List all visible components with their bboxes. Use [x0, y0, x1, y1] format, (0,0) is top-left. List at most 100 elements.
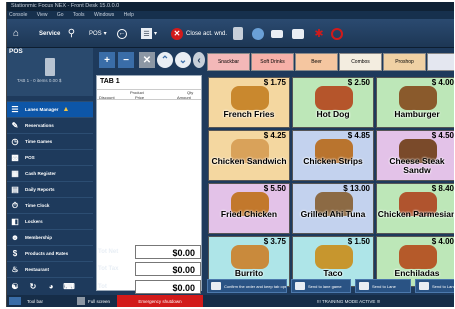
reports-icon: ▤: [11, 185, 19, 194]
full-screen-label: Full screen: [88, 298, 111, 304]
time-clock-icon: ⏱: [11, 200, 19, 210]
globe-button[interactable]: [252, 19, 264, 48]
product-price: $ 13.00: [343, 184, 370, 193]
product-tile[interactable]: $ 1.75 French Fries: [208, 77, 290, 128]
home-button[interactable]: ⌂: [9, 19, 23, 48]
delete-item-button[interactable]: ✕: [139, 52, 155, 68]
view-menu-button[interactable]: ☰ ▾: [141, 19, 157, 48]
category-tab-label: Beer: [311, 59, 322, 65]
sidebar-item-cash-register[interactable]: ▦ Cash Register: [7, 165, 93, 181]
pos-icon: ▩: [11, 153, 19, 162]
back-button[interactable]: ←: [117, 19, 127, 48]
action-button[interactable]: Confirm the order and keep tab open: [207, 279, 287, 293]
pos-menu-button[interactable]: POS ▾: [89, 19, 107, 48]
product-tile[interactable]: $ 5.50 Fried Chicken: [208, 183, 290, 234]
product-name: Chicken Parmesian: [377, 209, 454, 219]
status-bar: Tool bar Full screen Emergency shutdown …: [7, 295, 454, 307]
action-button[interactable]: Send to lane game: [291, 279, 351, 293]
toolbar-toggle-label: Tool bar: [27, 298, 44, 304]
total-tax-row: Tot Tax $0.00: [95, 262, 201, 276]
action-button[interactable]: Send to Lane: [415, 279, 454, 293]
network-icon[interactable]: ☯: [9, 281, 21, 293]
sidebar-item-lanes-manager[interactable]: ☰ Lanes Manager ▲: [7, 101, 93, 117]
menu-view[interactable]: View: [37, 12, 48, 18]
list-icon: ☰: [141, 28, 152, 39]
document-button[interactable]: [233, 19, 243, 48]
card-button[interactable]: [271, 19, 283, 48]
menu-tools[interactable]: Tools: [73, 12, 85, 18]
plus-icon: +: [104, 54, 110, 66]
category-tab[interactable]: Combos: [339, 53, 382, 71]
sidebar-item-label: Lanes Manager: [25, 107, 59, 112]
menu-console[interactable]: Console: [9, 12, 27, 18]
print-button[interactable]: [292, 19, 304, 48]
category-tab[interactable]: Soft Drinks: [251, 53, 294, 71]
product-tile[interactable]: $ 13.00 Grilled Ahi Tuna: [292, 183, 374, 234]
sidebar-item-products-and-rates[interactable]: $ Products and Rates: [7, 245, 93, 261]
product-area: Snackbar Soft Drinks Beer Combos Proshop $ 1…: [205, 48, 454, 307]
product-name: French Fries: [223, 109, 275, 119]
action-icon: [211, 282, 221, 290]
action-button[interactable]: Send to Lane: [355, 279, 411, 293]
product-image: [315, 86, 353, 110]
window-title: Stationmic Focus NEX - Front Desk 15.0.0…: [11, 3, 120, 9]
ticket-column-headers: Product Qty Discount Price Amount: [97, 89, 201, 100]
sidebar-item-restaurant[interactable]: ♨ Restaurant: [7, 261, 93, 277]
category-tab[interactable]: [427, 53, 454, 71]
product-tile[interactable]: $ 8.40 Chicken Parmesian: [376, 183, 454, 234]
product-price: $ 3.75: [263, 237, 286, 246]
product-price: $ 4.00: [431, 78, 454, 87]
chart-icon[interactable]: ◕: [45, 281, 57, 293]
remove-item-button[interactable]: −: [118, 52, 134, 68]
product-name: Cheese Steak Sandw: [389, 156, 445, 175]
sidebar-item-daily-reports[interactable]: ▤ Daily Reports: [7, 181, 93, 197]
menu-help[interactable]: Help: [124, 12, 134, 18]
toolbar-toggle[interactable]: Tool bar: [9, 295, 43, 307]
add-item-button[interactable]: +: [99, 52, 115, 68]
menu-go[interactable]: Go: [57, 12, 64, 18]
scroll-down-button[interactable]: ⌄: [175, 52, 191, 68]
product-price: $ 4.50: [431, 131, 454, 140]
pos-panel-title: POS: [9, 48, 23, 55]
gear-icon: ✱: [314, 28, 324, 40]
close-active-window-button[interactable]: ✕ Close act. wnd.: [171, 19, 227, 48]
stop-button[interactable]: [331, 19, 343, 48]
product-name: Hamburger: [394, 109, 440, 119]
globe-icon: [252, 27, 264, 40]
product-price: $ 4.85: [347, 131, 370, 140]
sidebar-item-lockers[interactable]: ◧ Lockers: [7, 213, 93, 229]
category-tab[interactable]: Proshop: [383, 53, 426, 71]
menu-windows[interactable]: Windows: [94, 12, 114, 18]
sidebar-item-membership[interactable]: ☻ Membership: [7, 229, 93, 245]
emergency-shutdown-button[interactable]: Emergency shutdown: [117, 295, 203, 307]
full-screen-toggle[interactable]: Full screen: [77, 295, 110, 307]
scroll-up-button[interactable]: ⌃: [157, 52, 173, 68]
category-tabs: Snackbar Soft Drinks Beer Combos Proshop: [205, 53, 454, 71]
refresh-icon[interactable]: ↻: [27, 281, 39, 293]
product-tile[interactable]: $ 4.25 Chicken Sandwich: [208, 130, 290, 181]
product-tile[interactable]: $ 2.50 Hot Dog: [292, 77, 374, 128]
sidebar-item-time-games[interactable]: ◷ Time Games: [7, 133, 93, 149]
product-tile[interactable]: $ 4.85 Chicken Strips: [292, 130, 374, 181]
sidebar: POS TAB 1 - 0 items 0.00 $ ☰ Lanes Manag…: [7, 48, 93, 307]
settings-button[interactable]: ✱: [312, 19, 326, 48]
action-label: Send to lane game: [308, 283, 342, 289]
action-icon: [359, 282, 369, 290]
service-button[interactable]: Service ⚲: [39, 19, 78, 48]
category-tab[interactable]: Snackbar: [207, 53, 250, 71]
keyboard-icon[interactable]: ⌨: [63, 281, 75, 293]
action-icon: [295, 282, 305, 290]
sidebar-item-time-clock[interactable]: ⏱ Time Clock: [7, 197, 93, 213]
product-tile[interactable]: $ 4.50 Cheese Steak Sandw: [376, 130, 454, 181]
membership-icon: ☻: [10, 233, 20, 242]
sidebar-item-label: Restaurant: [25, 267, 49, 272]
sidebar-item-reservations[interactable]: ✎ Reservations: [7, 117, 93, 133]
sidebar-item-pos[interactable]: ▩ POS: [7, 149, 93, 165]
column-price: Price: [135, 95, 145, 100]
previous-tab-button[interactable]: ‹: [193, 52, 205, 68]
wrench-icon: ⚲: [67, 28, 76, 39]
product-image: [399, 245, 437, 269]
product-tile[interactable]: $ 4.00 Hamburger: [376, 77, 454, 128]
category-tab[interactable]: Beer: [295, 53, 338, 71]
sidebar-item-label: Reservations: [25, 123, 54, 128]
